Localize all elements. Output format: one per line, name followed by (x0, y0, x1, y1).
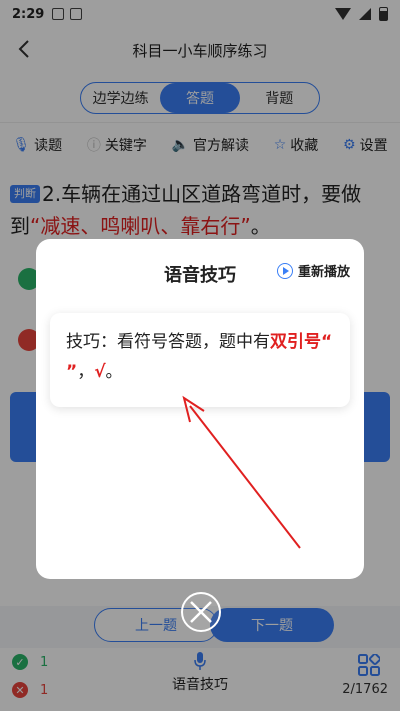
tip-mid: ， (77, 362, 95, 382)
tip-check-highlight: √ (94, 362, 106, 382)
voice-tip-modal: 语音技巧 重新播放 技巧：看符号答题，题中有双引号“ ”，√。 (36, 239, 364, 579)
play-circle-icon (276, 262, 293, 279)
replay-button[interactable]: 重新播放 (276, 261, 350, 280)
close-icon (190, 601, 212, 623)
close-modal-button[interactable] (181, 592, 221, 632)
tip-prefix: 技巧：看符号答题，题中有 (66, 332, 270, 352)
replay-label: 重新播放 (297, 265, 350, 280)
tip-end: 。 (105, 362, 123, 382)
tip-card: 技巧：看符号答题，题中有双引号“ ”，√。 (50, 313, 350, 407)
